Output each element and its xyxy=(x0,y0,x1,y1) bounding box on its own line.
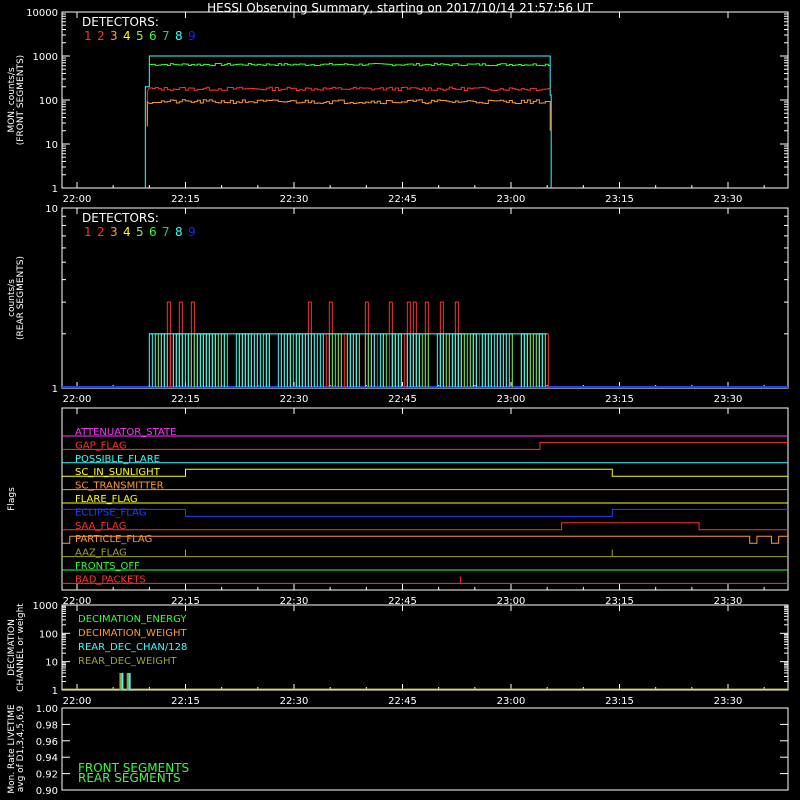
front-series-orange xyxy=(146,99,551,131)
decimation-xtick-label: 23:00 xyxy=(497,696,526,707)
rear-legend-item: 9 xyxy=(188,225,196,239)
livetime-ytick-label: 0.94 xyxy=(36,753,58,764)
front-ytick-label: 10 xyxy=(45,140,58,151)
decimation-xtick-label: 23:15 xyxy=(605,696,634,707)
rear-xtick-label: 22:45 xyxy=(388,394,417,405)
front-xtick-label: 23:15 xyxy=(605,194,634,205)
decimation-legend-item: DECIMATION_ENERGY xyxy=(78,614,187,625)
flag-line xyxy=(62,535,788,544)
front-ytick-label: 1 xyxy=(52,184,58,195)
decimation-xtick-label: 22:15 xyxy=(171,696,200,707)
flag-line xyxy=(62,441,788,450)
chart-title: HESSI Observing Summary, starting on 201… xyxy=(207,1,593,15)
front-xtick-label: 22:45 xyxy=(388,194,417,205)
flag-line xyxy=(62,522,788,531)
rear-xtick-label: 22:30 xyxy=(280,394,309,405)
front-series-green xyxy=(149,62,551,67)
front-series-red xyxy=(146,86,551,124)
rear-legend-item: 6 xyxy=(149,225,157,239)
rear-ylabel: (REAR SEGMENTS) xyxy=(16,256,26,340)
front-xtick-label: 22:00 xyxy=(63,194,92,205)
front-xtick-label: 23:30 xyxy=(714,194,743,205)
observing-summary-chart: HESSI Observing Summary, starting on 201… xyxy=(7,1,789,797)
rear-legend-item: 4 xyxy=(123,225,131,239)
front-xtick-label: 22:15 xyxy=(171,194,200,205)
front-legend-item: 8 xyxy=(175,29,183,43)
livetime-ytick-label: 0.92 xyxy=(36,770,58,781)
front-legend-item: 4 xyxy=(123,29,131,43)
front-ytick-label: 100 xyxy=(39,96,58,107)
front-xtick-label: 22:30 xyxy=(280,194,309,205)
rear-legend-item: 5 xyxy=(136,225,144,239)
decimation-legend-item: DECIMATION_WEIGHT xyxy=(78,628,187,639)
front-legend-item: 2 xyxy=(97,29,105,43)
decimation-ylabel: CHANNEL or weight xyxy=(16,603,26,692)
front-legend-item: 6 xyxy=(149,29,157,43)
rear-series-cyan xyxy=(148,333,543,387)
front-legend-item: 3 xyxy=(110,29,118,43)
flag-line xyxy=(62,576,788,584)
rear-legend-item: 8 xyxy=(175,225,183,239)
decimation-ytick-label: 1 xyxy=(52,686,58,697)
rear-xtick-label: 23:15 xyxy=(605,394,634,405)
front-ytick-label: 1000 xyxy=(33,52,58,63)
front-legend-item: 1 xyxy=(84,29,92,43)
decimation-xtick-label: 22:45 xyxy=(388,696,417,707)
rear-legend-item: 2 xyxy=(97,225,105,239)
rear-xtick-label: 23:00 xyxy=(497,394,526,405)
decimation-ytick-label: 100 xyxy=(39,629,58,640)
flag-line xyxy=(62,508,788,517)
livetime-ytick-label: 1.00 xyxy=(36,704,58,715)
livetime-legend-item: REAR SEGMENTS xyxy=(78,771,181,785)
rear-legend-item: 1 xyxy=(84,225,92,239)
decimation-xtick-label: 22:00 xyxy=(63,696,92,707)
livetime-ytick-label: 0.96 xyxy=(36,737,58,748)
rear-xtick-label: 22:00 xyxy=(63,394,92,405)
decimation-xtick-label: 22:30 xyxy=(280,696,309,707)
rear-ytick-label: 1 xyxy=(52,384,58,395)
rear-series-red-high xyxy=(166,301,459,387)
front-ylabel: (FRONT SEGMENTS) xyxy=(16,55,26,145)
rear-legend-item: 7 xyxy=(162,225,170,239)
flag-line xyxy=(62,468,788,477)
rear-series-red xyxy=(154,333,549,387)
front-legend-title: DETECTORS: xyxy=(82,15,159,29)
decimation-legend-item: REAR_DEC_WEIGHT xyxy=(78,656,177,667)
rear-legend-item: 3 xyxy=(110,225,118,239)
rear-ytick-label: 10 xyxy=(45,204,58,215)
front-legend-item: 5 xyxy=(136,29,144,43)
decimation-xtick-label: 23:30 xyxy=(714,696,743,707)
livetime-ylabel: avg of D1,3,4,5,6,9 xyxy=(16,705,26,792)
livetime-ytick-label: 0.90 xyxy=(36,786,58,797)
rear-xtick-label: 22:15 xyxy=(171,394,200,405)
rear-xtick-label: 23:30 xyxy=(714,394,743,405)
decimation-legend-item: REAR_DEC_CHAN/128 xyxy=(78,642,187,653)
rear-legend-title: DETECTORS: xyxy=(82,211,159,225)
livetime-ytick-label: 0.98 xyxy=(36,720,58,731)
front-legend-item: 7 xyxy=(162,29,170,43)
front-xtick-label: 23:00 xyxy=(497,194,526,205)
decimation-ytick-label: 1000 xyxy=(33,601,58,612)
front-ytick-label: 10000 xyxy=(26,8,58,19)
flag-line xyxy=(62,549,788,558)
front-series-cyan xyxy=(144,55,552,188)
flags-ylabel: Flags xyxy=(7,487,17,511)
front-legend-item: 9 xyxy=(188,29,196,43)
decimation-ytick-label: 10 xyxy=(45,658,58,669)
